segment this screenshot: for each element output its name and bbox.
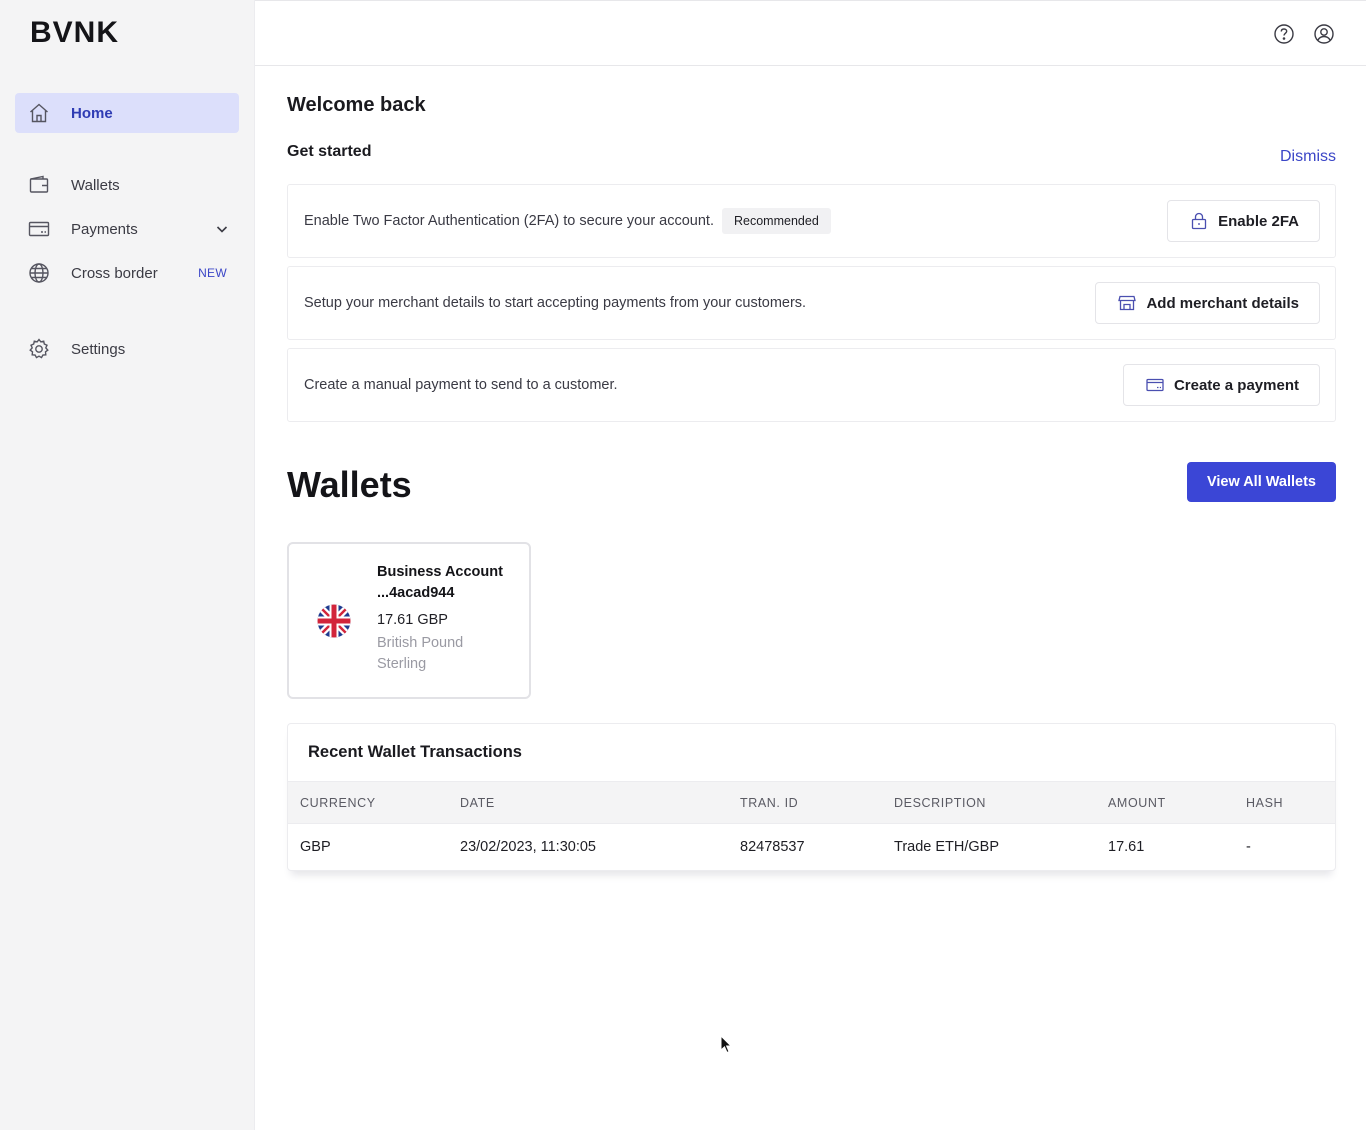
cell-date: 23/02/2023, 11:30:05 — [460, 839, 596, 855]
button-label: Create a payment — [1173, 376, 1299, 394]
column-header-description: DESCRIPTION — [894, 796, 987, 810]
cell-description: Trade ETH/GBP — [894, 839, 1000, 855]
view-all-wallets-button[interactable]: View All Wallets — [1186, 462, 1336, 502]
task-text: Create a manual payment to send to a cus… — [304, 377, 618, 393]
wallet-card[interactable]: Business Account ...4acad944 17.61 GBP B… — [287, 542, 531, 699]
home-icon — [28, 102, 50, 124]
table-header: CURRENCY DATE TRAN. ID DESCRIPTION AMOUN… — [288, 781, 1335, 824]
sidebar-item-label: Home — [71, 104, 113, 122]
recent-transactions-panel: Recent Wallet Transactions CURRENCY DATE… — [287, 723, 1336, 871]
enable-2fa-button[interactable]: Enable 2FA — [1167, 200, 1320, 242]
sidebar-item-home[interactable]: Home — [15, 93, 239, 133]
column-header-amount: AMOUNT — [1108, 796, 1166, 810]
sidebar-item-label: Payments — [71, 220, 138, 238]
cell-hash: - — [1246, 839, 1251, 855]
uk-flag-icon — [317, 604, 351, 638]
chevron-down-icon[interactable] — [215, 222, 229, 241]
top-bar — [255, 0, 1366, 66]
column-header-currency: CURRENCY — [300, 796, 376, 810]
button-label: Add merchant details — [1146, 294, 1299, 312]
add-merchant-details-button[interactable]: Add merchant details — [1095, 282, 1320, 324]
wallet-icon — [28, 174, 50, 196]
cell-amount: 17.61 — [1108, 839, 1145, 855]
task-text: Enable Two Factor Authentication (2FA) t… — [304, 213, 714, 229]
column-header-date: DATE — [460, 796, 495, 810]
mouse-cursor-icon — [720, 1034, 734, 1055]
table-row[interactable]: GBP 23/02/2023, 11:30:05 82478537 Trade … — [288, 824, 1335, 870]
wallet-balance: 17.61 GBP — [377, 612, 448, 628]
bvnk-logo[interactable]: BVNK — [30, 16, 119, 50]
cell-tran-id: 82478537 — [740, 839, 805, 855]
new-badge: NEW — [198, 266, 227, 280]
wallet-id: ...4acad944 — [377, 585, 455, 601]
dismiss-link[interactable]: Dismiss — [1280, 148, 1336, 166]
task-card-payment: Create a manual payment to send to a cus… — [287, 348, 1336, 422]
sidebar-item-settings[interactable]: Settings — [15, 329, 239, 369]
wallet-currency-name: British Pound Sterling — [377, 635, 464, 672]
sidebar-item-cross-border[interactable]: Cross border NEW — [15, 253, 239, 293]
sidebar-item-payments[interactable]: Payments — [15, 209, 239, 249]
globe-icon — [28, 262, 50, 284]
recommended-badge: Recommended — [722, 208, 831, 234]
wallet-name: Business Account ...4acad944 — [377, 562, 517, 604]
get-started-heading: Get started — [287, 143, 372, 160]
store-icon — [1118, 294, 1137, 312]
card-icon — [1146, 376, 1164, 394]
task-card-merchant: Setup your merchant details to start acc… — [287, 266, 1336, 340]
task-card-2fa: Enable Two Factor Authentication (2FA) t… — [287, 184, 1336, 258]
column-header-tran-id: TRAN. ID — [740, 796, 799, 810]
cell-currency: GBP — [300, 839, 331, 855]
gear-icon — [28, 338, 50, 360]
button-label: Enable 2FA — [1218, 212, 1299, 230]
wallet-name-line: Business Account — [377, 564, 503, 580]
help-icon[interactable] — [1273, 23, 1295, 45]
transactions-title: Recent Wallet Transactions — [308, 743, 522, 761]
column-header-hash: HASH — [1246, 796, 1284, 810]
lock-icon — [1190, 212, 1208, 230]
sidebar-item-label: Settings — [71, 340, 126, 358]
user-account-icon[interactable] — [1313, 23, 1335, 45]
wallets-heading: Wallets — [287, 464, 412, 505]
task-text: Setup your merchant details to start acc… — [304, 295, 807, 311]
create-payment-button[interactable]: Create a payment — [1122, 364, 1320, 406]
sidebar: BVNK Home Wallets Payments Cross border … — [0, 0, 255, 1130]
sidebar-item-wallets[interactable]: Wallets — [15, 165, 239, 205]
sidebar-item-label: Wallets — [71, 176, 120, 194]
page-title: Welcome back — [287, 94, 426, 116]
card-icon — [28, 218, 50, 240]
sidebar-item-label: Cross border — [71, 264, 158, 282]
